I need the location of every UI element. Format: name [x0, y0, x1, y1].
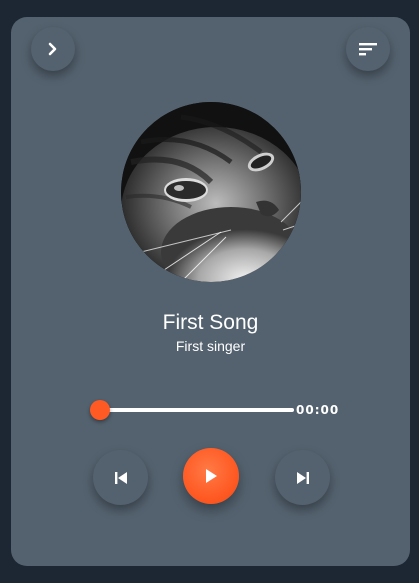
time-display: 00:00: [296, 403, 340, 417]
playlist-menu-button[interactable]: [346, 27, 390, 71]
progress-bar[interactable]: [101, 408, 294, 412]
previous-track-button[interactable]: [93, 450, 148, 505]
player-card: First Song First singer 00:00: [11, 17, 410, 566]
play-icon: [206, 469, 217, 483]
next-track-button[interactable]: [275, 450, 330, 505]
skip-previous-icon: [114, 471, 127, 484]
cat-photo: [121, 102, 301, 282]
skip-next-icon: [296, 471, 309, 484]
progress-thumb[interactable]: [90, 400, 110, 420]
album-art: [121, 102, 301, 282]
chevron-right-icon: [48, 42, 57, 56]
song-title: First Song: [162, 311, 259, 334]
play-button[interactable]: [183, 448, 239, 504]
song-artist: First singer: [175, 338, 246, 354]
sort-list-icon: [359, 43, 377, 56]
back-button[interactable]: [31, 27, 75, 71]
